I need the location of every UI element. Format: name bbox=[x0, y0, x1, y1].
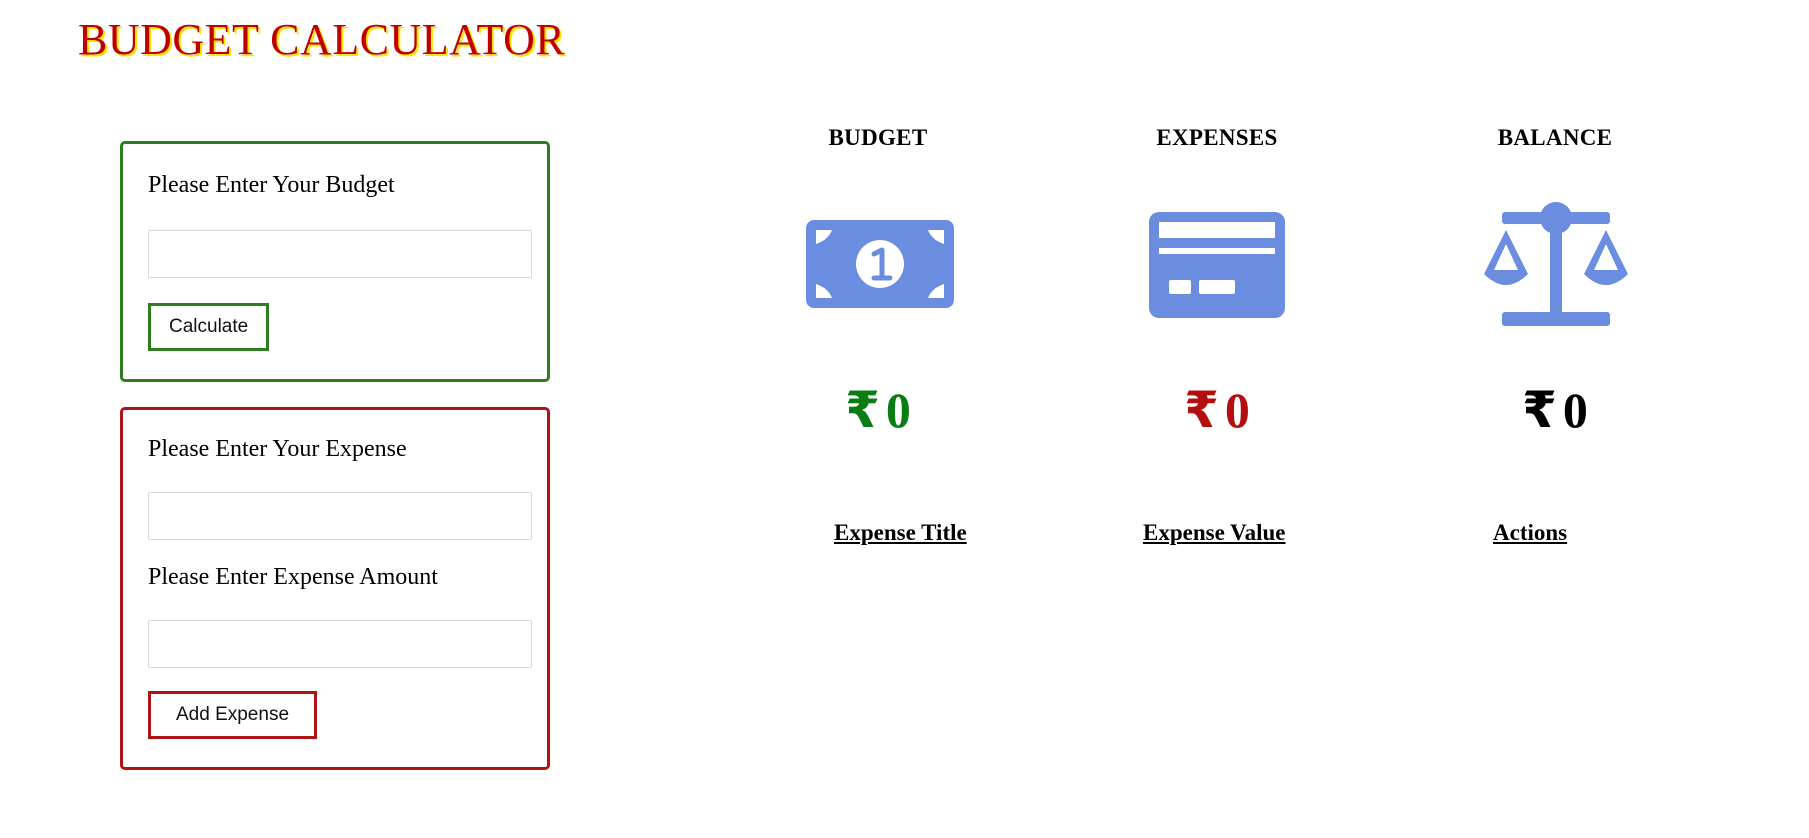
expense-title-input[interactable] bbox=[148, 492, 532, 540]
actions-header: Actions bbox=[1493, 520, 1568, 545]
balance-amount: ₹0 bbox=[1425, 385, 1685, 435]
rupee-icon: ₹ bbox=[1522, 381, 1557, 439]
rupee-icon: ₹ bbox=[845, 381, 880, 439]
balance-scale-icon bbox=[1480, 200, 1632, 333]
expense-title-header: Expense Title bbox=[834, 520, 967, 545]
expenses-value: 0 bbox=[1224, 382, 1250, 438]
expense-amount-label: Please Enter Expense Amount bbox=[148, 564, 438, 590]
budget-form-card: Please Enter Your Budget Calculate bbox=[120, 141, 550, 382]
budget-heading: BUDGET bbox=[828, 125, 928, 150]
budget-value: 0 bbox=[885, 382, 911, 438]
page-title: BUDGET CALCULATOR bbox=[78, 15, 566, 64]
expense-amount-input[interactable] bbox=[148, 620, 532, 668]
add-expense-button[interactable]: Add Expense bbox=[148, 691, 317, 739]
budget-label: Please Enter Your Budget bbox=[148, 172, 395, 198]
calculate-button[interactable]: Calculate bbox=[148, 303, 269, 351]
rupee-icon: ₹ bbox=[1184, 381, 1219, 439]
expense-form-card: Please Enter Your Expense Please Enter E… bbox=[120, 407, 550, 770]
balance-heading: BALANCE bbox=[1497, 125, 1613, 150]
expenses-amount: ₹0 bbox=[1087, 385, 1347, 435]
balance-value: 0 bbox=[1562, 382, 1588, 438]
expense-value-header: Expense Value bbox=[1143, 520, 1286, 545]
credit-card-icon bbox=[1147, 200, 1287, 325]
budget-input[interactable] bbox=[148, 230, 532, 278]
expense-title-label: Please Enter Your Expense bbox=[148, 436, 407, 462]
expenses-heading: EXPENSES bbox=[1156, 125, 1278, 150]
money-bill-icon bbox=[804, 200, 956, 315]
budget-amount: ₹0 bbox=[748, 385, 1008, 435]
